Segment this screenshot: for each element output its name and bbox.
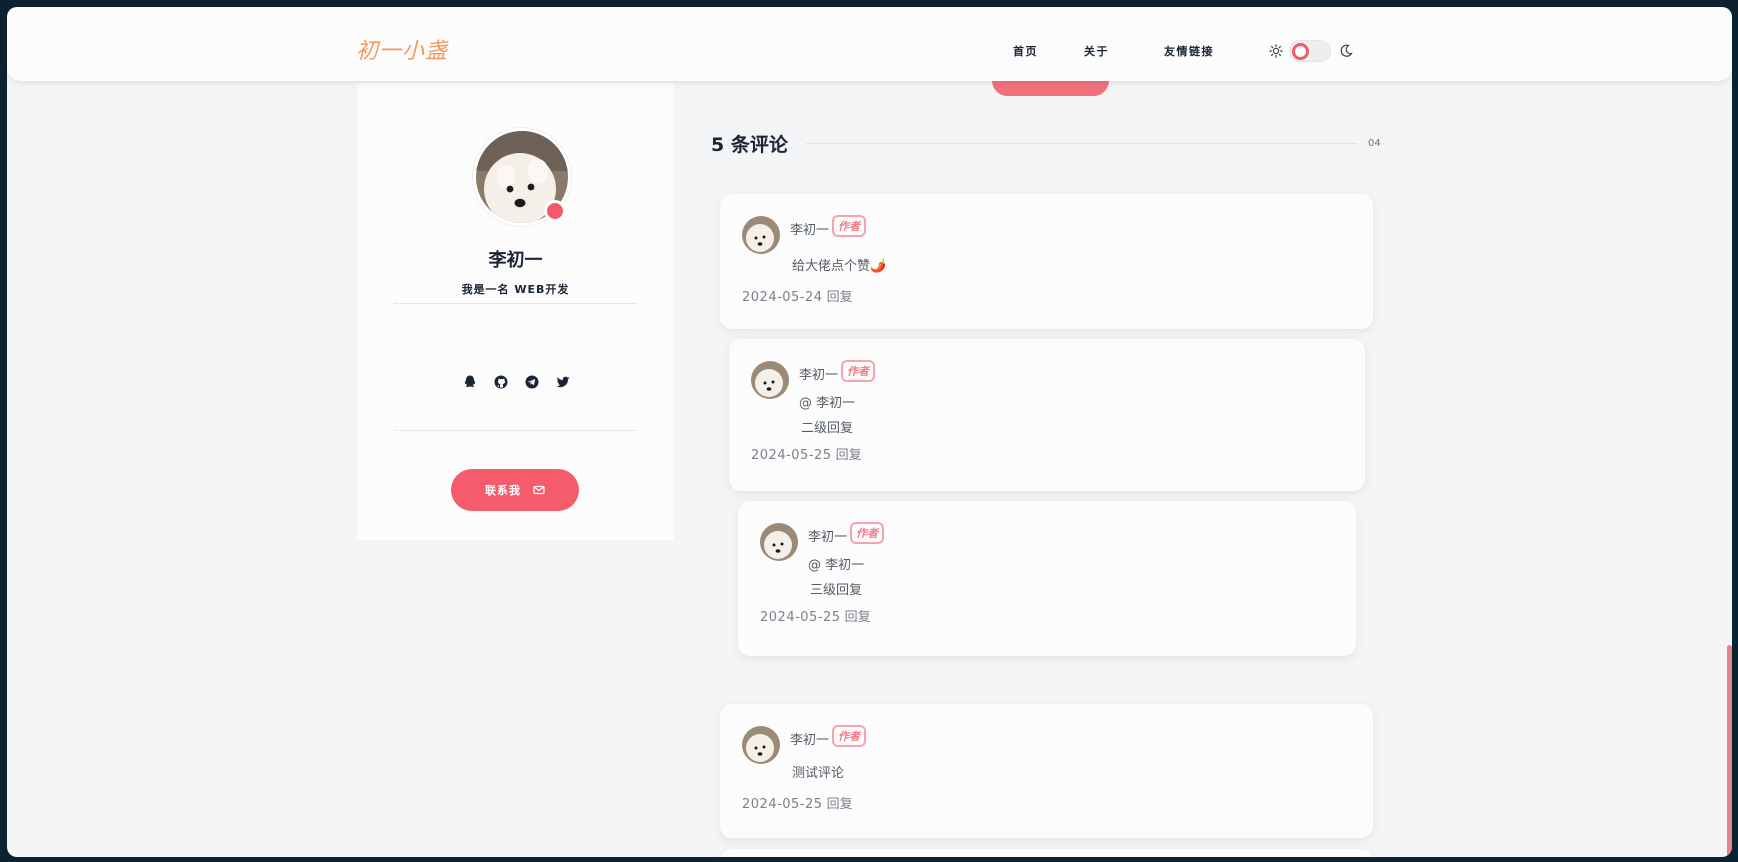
profile-bio: 我是一名 WEB开发: [461, 283, 570, 296]
comment-date: 2024-05-24: [742, 290, 823, 305]
site-logo[interactable]: 初一小盏: [356, 33, 448, 65]
comment-author[interactable]: 李初一: [790, 219, 829, 238]
contact-button[interactable]: 联系我: [451, 469, 579, 511]
author-badge: 作者: [841, 360, 875, 382]
switch-knob: [1292, 43, 1309, 60]
divider: [394, 430, 637, 431]
comment-text: 给大佬点个赞🌶️: [792, 259, 887, 274]
reply-link[interactable]: 回复: [836, 448, 862, 463]
main-nav: 首页 关于 友情链接: [1013, 43, 1214, 59]
comment-avatar: [751, 361, 789, 399]
comments-count: 04: [1368, 138, 1381, 149]
comment-author[interactable]: 李初一: [790, 729, 829, 748]
author-badge: 作者: [832, 215, 866, 237]
reply-link[interactable]: 回复: [845, 610, 871, 625]
reply-link[interactable]: 回复: [827, 797, 853, 812]
theme-toggle: [1269, 40, 1353, 62]
social-links: [462, 374, 571, 390]
nav-home[interactable]: 首页: [1013, 43, 1038, 59]
title-divider: [807, 143, 1357, 144]
github-icon[interactable]: [493, 374, 509, 390]
profile-name: 李初一: [488, 250, 543, 271]
moon-icon: [1340, 44, 1353, 57]
nav-friend-links[interactable]: 友情链接: [1164, 43, 1214, 59]
nav-about[interactable]: 关于: [1084, 43, 1109, 59]
twitter-icon[interactable]: [555, 374, 571, 390]
scrollbar-thumb[interactable]: [1727, 645, 1732, 857]
comment-card: [720, 849, 1373, 857]
author-badge: 作者: [850, 522, 884, 544]
theme-switch[interactable]: [1289, 40, 1331, 62]
comment-date: 2024-05-25: [742, 797, 823, 812]
comment-text: 二级回复: [801, 421, 854, 436]
comment-author[interactable]: 李初一: [808, 526, 847, 545]
qq-icon[interactable]: [462, 374, 478, 390]
comment-card: 李初一 作者 给大佬点个赞🌶️ 2024-05-24 回复: [720, 194, 1373, 329]
comment-meta: 2024-05-25 回复: [760, 606, 871, 625]
browser-window: 初一小盏 首页 关于 友情链接 李初一 我是一名 WEB开发 联系我 5 条评论…: [7, 7, 1732, 857]
comment-date: 2024-05-25: [751, 448, 832, 463]
comment-meta: 2024-05-25 回复: [751, 444, 862, 463]
profile-card: 李初一 我是一名 WEB开发 联系我: [357, 83, 674, 540]
telegram-icon[interactable]: [524, 374, 540, 390]
comment-text: 三级回复: [810, 583, 863, 598]
comment-text: 测试评论: [792, 766, 845, 781]
comment-mention[interactable]: @ 李初一: [799, 392, 855, 411]
comment-avatar: [742, 216, 780, 254]
comment-meta: 2024-05-25 回复: [742, 793, 853, 812]
comment-card: 李初一 作者 @ 李初一 三级回复 2024-05-25 回复: [738, 501, 1356, 656]
contact-button-label: 联系我: [485, 484, 521, 497]
reply-link[interactable]: 回复: [827, 290, 853, 305]
author-badge: 作者: [832, 725, 866, 747]
comment-card: 李初一 作者 @ 李初一 二级回复 2024-05-25 回复: [729, 339, 1365, 491]
comment-author[interactable]: 李初一: [799, 364, 838, 383]
divider: [394, 303, 637, 304]
comment-avatar: [742, 726, 780, 764]
mail-icon: [533, 485, 545, 495]
site-header: 初一小盏 首页 关于 友情链接: [7, 7, 1732, 81]
comment-avatar: [760, 523, 798, 561]
comment-date: 2024-05-25: [760, 610, 841, 625]
comment-card: 李初一 作者 测试评论 2024-05-25 回复: [720, 704, 1373, 838]
sun-icon: [1269, 44, 1283, 58]
comment-mention[interactable]: @ 李初一: [808, 554, 864, 573]
comment-meta: 2024-05-24 回复: [742, 286, 853, 305]
comments-title: 5 条评论: [711, 134, 788, 156]
online-status-dot: [544, 200, 566, 222]
